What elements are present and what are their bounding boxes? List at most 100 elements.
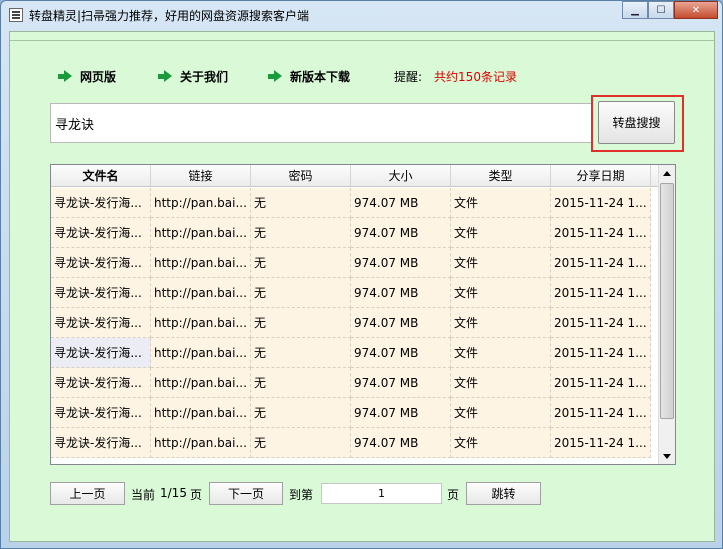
table-cell[interactable]: 寻龙诀-发行海... [51, 338, 151, 368]
results-table[interactable]: 文件名 链接 密码 大小 类型 分享日期 寻龙诀-发行海... http://pa… [50, 164, 676, 465]
table-row[interactable]: 寻龙诀-发行海... http://pan.bai... 无 974.07 MB 文件 2… [51, 368, 659, 398]
table-cell[interactable]: 寻龙诀-发行海... [51, 368, 151, 398]
table-cell[interactable]: 2015-11-24 1... [551, 368, 651, 398]
table-cell[interactable]: http://pan.bai... [151, 338, 251, 368]
table-cell[interactable]: 文件 [451, 218, 551, 248]
table-cell[interactable]: 2015-11-24 1... [551, 308, 651, 338]
table-cell[interactable]: 2015-11-24 1... [551, 428, 651, 458]
current-page-prefix: 当前 [131, 488, 156, 502]
vertical-scrollbar[interactable] [658, 165, 675, 464]
jump-button[interactable]: 跳转 [466, 482, 541, 505]
table-cell[interactable]: http://pan.bai... [151, 368, 251, 398]
app-window: 转盘精灵|扫帚强力推荐，好用的网盘资源搜索客户端 ▁ ☐ ✕ 网页版 关于我们 … [0, 0, 723, 549]
scroll-down-button[interactable] [659, 448, 675, 464]
table-cell[interactable]: 无 [251, 308, 351, 338]
table-cell[interactable]: 2015-11-24 1... [551, 188, 651, 218]
table-row[interactable]: 寻龙诀-发行海... http://pan.bai... 无 974.07 MB 文件 2… [51, 188, 659, 218]
table-cell[interactable]: 文件 [451, 278, 551, 308]
table-cell[interactable]: 文件 [451, 428, 551, 458]
minimize-button[interactable]: ▁ [622, 1, 648, 19]
column-header-size[interactable]: 大小 [351, 165, 451, 186]
table-cell[interactable]: 974.07 MB [351, 218, 451, 248]
table-cell[interactable]: 文件 [451, 338, 551, 368]
table-cell[interactable]: 无 [251, 338, 351, 368]
search-input[interactable] [50, 103, 592, 143]
scroll-up-button[interactable] [659, 165, 675, 181]
table-cell[interactable]: http://pan.bai... [151, 188, 251, 218]
window-controls: ▁ ☐ ✕ [622, 1, 718, 19]
table-cell[interactable]: http://pan.bai... [151, 278, 251, 308]
next-page-button[interactable]: 下一页 [209, 482, 283, 505]
table-row[interactable]: 寻龙诀-发行海... http://pan.bai... 无 974.07 MB 文件 2… [51, 428, 659, 458]
table-cell[interactable]: 974.07 MB [351, 308, 451, 338]
table-cell[interactable]: 无 [251, 428, 351, 458]
table-cell[interactable]: 974.07 MB [351, 428, 451, 458]
table-cell[interactable]: 2015-11-24 1... [551, 338, 651, 368]
table-cell[interactable]: 974.07 MB [351, 368, 451, 398]
table-cell[interactable]: 2015-11-24 1... [551, 218, 651, 248]
table-cell[interactable]: 寻龙诀-发行海... [51, 248, 151, 278]
table-cell[interactable]: 无 [251, 218, 351, 248]
table-header: 文件名 链接 密码 大小 类型 分享日期 [51, 165, 675, 187]
column-header-filename[interactable]: 文件名 [51, 165, 151, 186]
table-cell[interactable]: http://pan.bai... [151, 308, 251, 338]
table-row[interactable]: 寻龙诀-发行海... http://pan.bai... 无 974.07 MB 文件 2… [51, 278, 659, 308]
green-arrow-icon [158, 69, 172, 83]
table-cell[interactable]: 文件 [451, 368, 551, 398]
table-cell[interactable]: http://pan.bai... [151, 218, 251, 248]
table-cell[interactable]: 无 [251, 188, 351, 218]
table-cell[interactable]: 无 [251, 368, 351, 398]
table-cell[interactable]: 2015-11-24 1... [551, 248, 651, 278]
table-cell[interactable]: 2015-11-24 1... [551, 278, 651, 308]
scrollbar-thumb[interactable] [660, 183, 674, 419]
table-cell[interactable]: 文件 [451, 248, 551, 278]
column-header-link[interactable]: 链接 [151, 165, 251, 186]
hint-label: 提醒: [394, 69, 423, 84]
table-cell[interactable]: 974.07 MB [351, 338, 451, 368]
record-count-text: 共约150条记录 [434, 69, 517, 84]
column-header-share-date[interactable]: 分享日期 [551, 165, 651, 186]
table-cell[interactable]: 寻龙诀-发行海... [51, 278, 151, 308]
prev-page-button[interactable]: 上一页 [50, 482, 125, 505]
hint: 提醒: 共约150条记录 [394, 67, 517, 85]
title-bar[interactable]: 转盘精灵|扫帚强力推荐，好用的网盘资源搜索客户端 ▁ ☐ ✕ [1, 1, 722, 30]
table-row[interactable]: 寻龙诀-发行海... http://pan.bai... 无 974.07 MB 文件 2… [51, 338, 659, 368]
table-cell[interactable]: 寻龙诀-发行海... [51, 218, 151, 248]
table-cell[interactable]: 寻龙诀-发行海... [51, 308, 151, 338]
table-cell[interactable]: http://pan.bai... [151, 398, 251, 428]
table-row[interactable]: 寻龙诀-发行海... http://pan.bai... 无 974.07 MB 文件 2… [51, 398, 659, 428]
triangle-up-icon [663, 170, 671, 176]
column-header-password[interactable]: 密码 [251, 165, 351, 186]
table-cell[interactable]: 2015-11-24 1... [551, 398, 651, 428]
current-page-suffix: 页 [190, 488, 203, 502]
page-number-input[interactable] [321, 483, 442, 504]
close-button[interactable]: ✕ [674, 1, 718, 19]
green-arrow-icon [268, 69, 282, 83]
column-header-type[interactable]: 类型 [451, 165, 551, 186]
maximize-button[interactable]: ☐ [648, 1, 674, 19]
search-button[interactable]: 转盘搜搜 [598, 101, 675, 144]
table-cell[interactable]: 寻龙诀-发行海... [51, 398, 151, 428]
table-cell[interactable]: 无 [251, 248, 351, 278]
table-cell[interactable]: http://pan.bai... [151, 428, 251, 458]
table-cell[interactable]: http://pan.bai... [151, 248, 251, 278]
goto-prefix: 到第 [289, 488, 314, 502]
table-cell[interactable]: 文件 [451, 308, 551, 338]
table-cell[interactable]: 无 [251, 398, 351, 428]
table-cell[interactable]: 974.07 MB [351, 248, 451, 278]
table-cell[interactable]: 文件 [451, 188, 551, 218]
table-cell[interactable]: 974.07 MB [351, 398, 451, 428]
table-cell[interactable]: 寻龙诀-发行海... [51, 188, 151, 218]
nav-about-us[interactable]: 关于我们 [158, 67, 228, 85]
nav-web-version[interactable]: 网页版 [58, 67, 116, 85]
table-row[interactable]: 寻龙诀-发行海... http://pan.bai... 无 974.07 MB 文件 2… [51, 218, 659, 248]
table-row[interactable]: 寻龙诀-发行海... http://pan.bai... 无 974.07 MB 文件 2… [51, 308, 659, 338]
table-cell[interactable]: 无 [251, 278, 351, 308]
table-row[interactable]: 寻龙诀-发行海... http://pan.bai... 无 974.07 MB 文件 2… [51, 248, 659, 278]
table-cell[interactable]: 文件 [451, 398, 551, 428]
nav-download-new-version[interactable]: 新版本下载 [268, 67, 350, 85]
nav-label: 关于我们 [180, 69, 229, 84]
table-cell[interactable]: 寻龙诀-发行海... [51, 428, 151, 458]
table-cell[interactable]: 974.07 MB [351, 188, 451, 218]
table-cell[interactable]: 974.07 MB [351, 278, 451, 308]
